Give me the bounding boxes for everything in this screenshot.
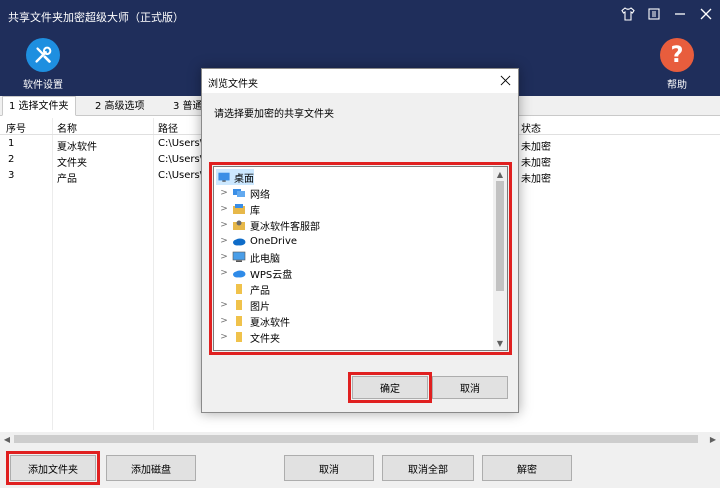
ok-button[interactable]: 确定	[348, 372, 432, 403]
header-path[interactable]: 路径	[158, 120, 178, 135]
desktop-icon	[218, 172, 230, 182]
chevron-right-icon[interactable]: >	[218, 220, 230, 230]
scroll-thumb[interactable]	[14, 435, 698, 443]
tree-item-user[interactable]: > 夏冰软件客服部	[214, 217, 496, 233]
tree-item-label: 图片	[250, 301, 270, 313]
chevron-right-icon[interactable]: >	[218, 300, 230, 310]
folder-tree[interactable]: 桌面 > 网络 > 库 > 夏冰软件客服部 > OneDrive > 此电脑 >…	[213, 166, 508, 351]
help-button[interactable]: ? 帮助	[647, 38, 707, 91]
chevron-right-icon[interactable]: >	[218, 316, 230, 326]
scroll-left-icon[interactable]: ◀	[0, 432, 14, 446]
tree-item-label: 库	[250, 205, 260, 217]
row-path: C:\Users\	[158, 170, 202, 181]
header-num[interactable]: 序号	[6, 120, 26, 135]
tree-item-this-pc[interactable]: > 此电脑	[214, 249, 496, 265]
header-name[interactable]: 名称	[57, 120, 77, 135]
tree-item-folder[interactable]: > 文件夹	[214, 329, 496, 345]
tree-vertical-scrollbar[interactable]: ▲ ▼	[493, 167, 507, 350]
dialog-close-icon[interactable]	[498, 73, 512, 87]
horizontal-scrollbar[interactable]: ◀ ▶	[0, 432, 720, 446]
row-num: 2	[8, 154, 15, 165]
settings-label: 软件设置	[23, 80, 63, 91]
tree-item-pictures[interactable]: > 图片	[214, 297, 496, 313]
tree-item-label: WPS云盘	[250, 269, 293, 281]
window-controls	[620, 6, 714, 22]
wrench-screwdriver-icon	[26, 38, 60, 72]
tree-item-label: 夏冰软件客服部	[250, 221, 320, 233]
row-num: 3	[8, 170, 15, 181]
cloud-icon	[233, 238, 246, 246]
tree-item-label: 夏冰软件	[250, 317, 290, 329]
tree-item-onedrive[interactable]: > OneDrive	[214, 233, 496, 249]
scroll-right-icon[interactable]: ▶	[706, 432, 720, 446]
maximize-icon[interactable]	[646, 6, 662, 22]
chevron-right-icon[interactable]: >	[218, 252, 230, 262]
row-name: 产品	[57, 174, 77, 185]
settings-button[interactable]: 软件设置	[13, 38, 73, 91]
add-folder-button[interactable]: 添加文件夹	[6, 451, 100, 485]
browse-folder-dialog: 浏览文件夹 请选择要加密的共享文件夹 桌面 > 网络 > 库 > 夏冰软件客服部…	[201, 68, 519, 413]
dialog-titlebar: 浏览文件夹	[202, 69, 518, 93]
chevron-right-icon[interactable]: >	[218, 236, 230, 246]
row-num: 1	[8, 138, 15, 149]
dialog-prompt: 请选择要加密的共享文件夹	[214, 109, 334, 120]
tree-item-label: OneDrive	[250, 235, 298, 247]
folder-icon	[236, 284, 242, 294]
cloud-icon	[233, 270, 246, 278]
tree-item-label: 产品	[250, 285, 270, 297]
row-status: 未加密	[521, 174, 551, 185]
tree-item-label: 桌面	[234, 173, 254, 185]
chevron-right-icon[interactable]: >	[218, 188, 230, 198]
skin-shirt-icon[interactable]	[620, 6, 636, 22]
tree-item-network[interactable]: > 网络	[214, 185, 496, 201]
tree-item-label: 此电脑	[250, 253, 280, 265]
app-title: 共享文件夹加密超级大师（正式版）	[8, 11, 184, 24]
tab-advanced-options[interactable]: 2 高级选项	[88, 96, 152, 116]
network-icon	[233, 189, 245, 197]
tree-scroll-thumb[interactable]	[496, 181, 504, 291]
chevron-right-icon[interactable]: >	[218, 268, 230, 278]
row-status: 未加密	[521, 158, 551, 169]
tab-select-folder[interactable]: 1 选择文件夹	[2, 96, 76, 116]
minimize-icon[interactable]	[672, 6, 688, 22]
row-name: 文件夹	[57, 158, 87, 169]
header-status[interactable]: 状态	[521, 120, 541, 135]
row-path: C:\Users\	[158, 138, 202, 149]
add-disk-button[interactable]: 添加磁盘	[106, 455, 196, 481]
bottom-toolbar: 添加文件夹 添加磁盘 取消 取消全部 解密	[0, 446, 720, 488]
dialog-title: 浏览文件夹	[208, 79, 258, 90]
user-folder-icon	[233, 220, 245, 230]
scroll-down-icon[interactable]: ▼	[493, 336, 507, 350]
tree-item-xiabing-software[interactable]: > 夏冰软件	[214, 313, 496, 329]
cancel-button[interactable]: 取消	[284, 455, 374, 481]
row-path: C:\Users\	[158, 154, 202, 165]
chevron-right-icon[interactable]: >	[218, 204, 230, 214]
tree-item-library[interactable]: > 库	[214, 201, 496, 217]
chevron-right-icon[interactable]: >	[218, 332, 230, 342]
row-status: 未加密	[521, 142, 551, 153]
folder-icon	[236, 300, 242, 310]
decrypt-button[interactable]: 解密	[482, 455, 572, 481]
tree-item-label: 文件夹	[250, 333, 280, 345]
close-icon[interactable]	[698, 6, 714, 22]
computer-icon	[232, 251, 246, 262]
tree-item-desktop[interactable]: 桌面	[216, 169, 254, 185]
question-icon: ?	[660, 38, 694, 72]
tree-item-label: 网络	[250, 189, 270, 201]
cancel-all-button[interactable]: 取消全部	[382, 455, 474, 481]
library-icon	[233, 204, 245, 214]
tree-item-products[interactable]: 产品	[214, 281, 496, 297]
folder-icon	[236, 316, 242, 326]
help-label: 帮助	[667, 80, 687, 91]
row-name: 夏冰软件	[57, 142, 97, 153]
dialog-cancel-button[interactable]: 取消	[432, 376, 508, 399]
scroll-up-icon[interactable]: ▲	[493, 167, 507, 181]
folder-icon	[236, 332, 242, 342]
tree-item-wps-cloud[interactable]: > WPS云盘	[214, 265, 496, 281]
